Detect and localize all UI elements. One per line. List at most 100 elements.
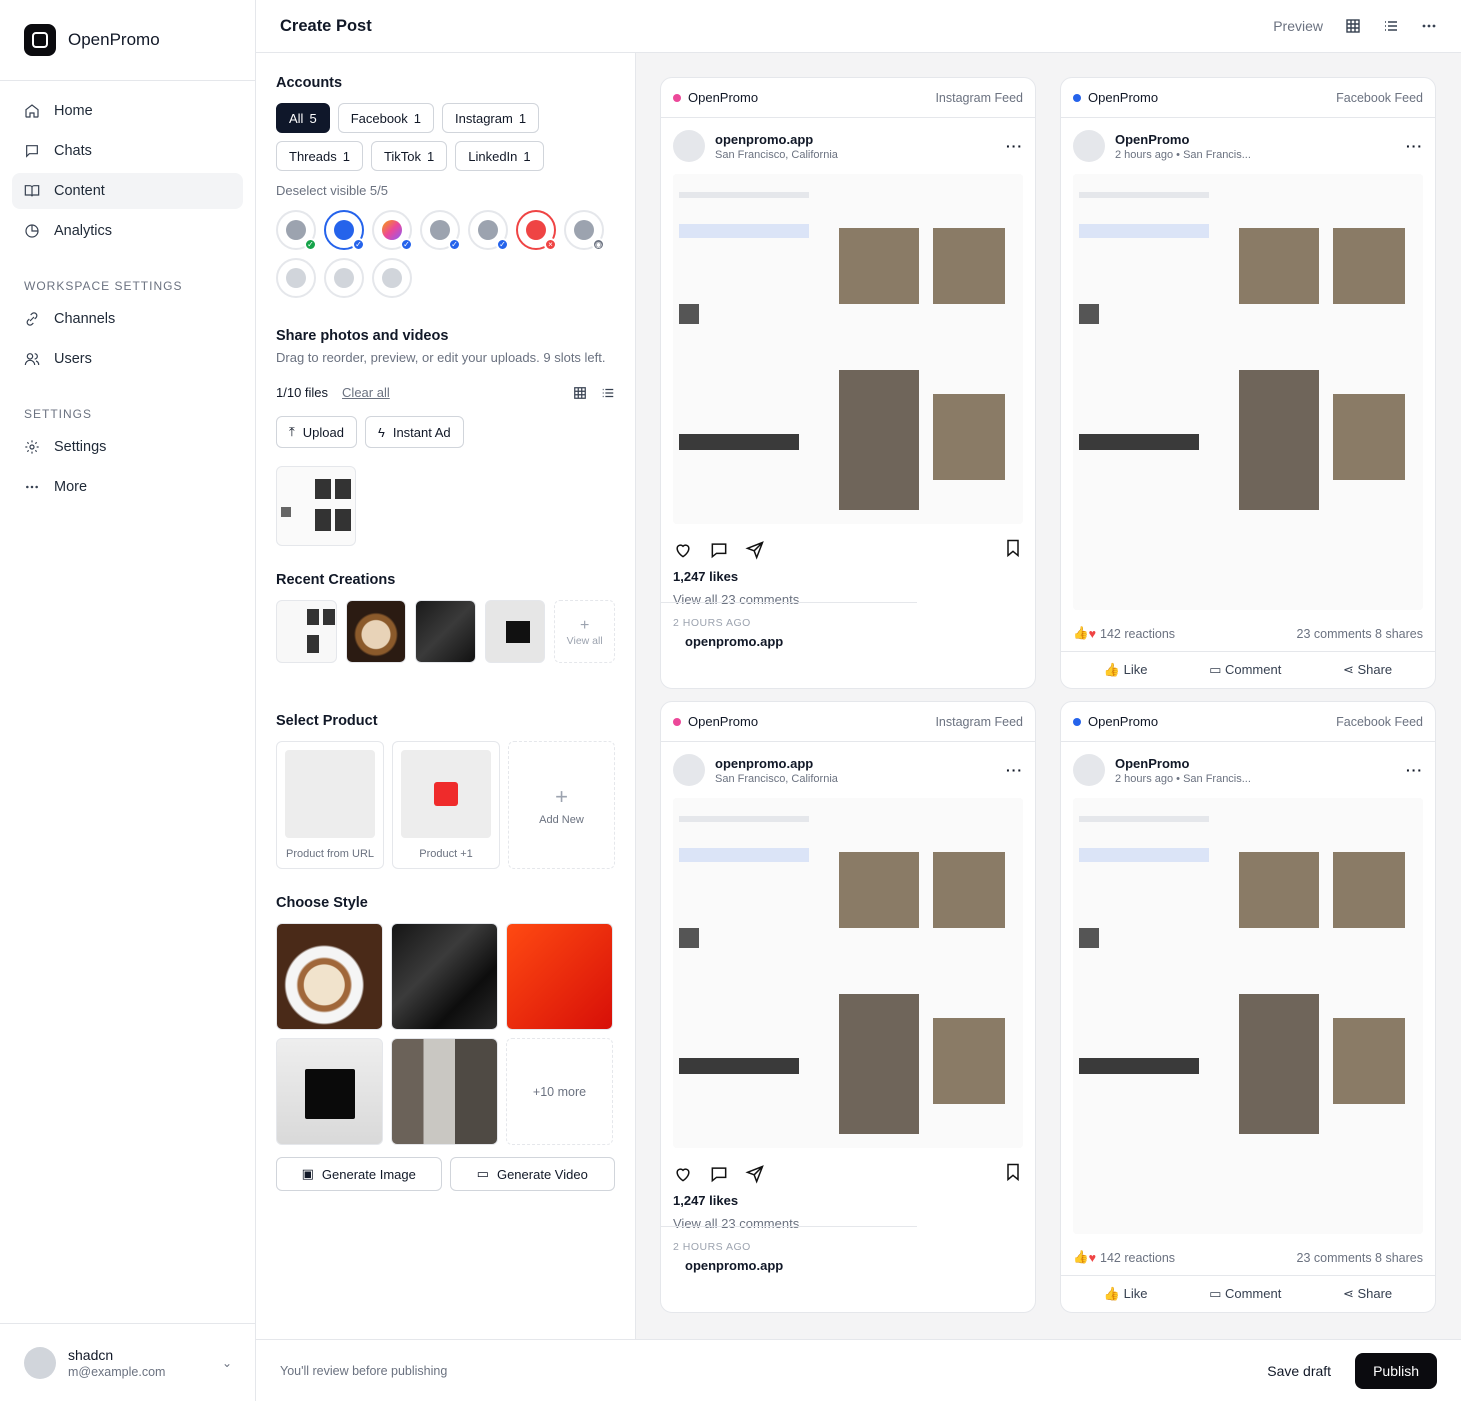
nav-item-settings[interactable]: Settings [12,429,243,465]
style-option-coffee[interactable] [276,923,383,1030]
share-button[interactable]: ⋖ Share [1343,1286,1392,1302]
deselect-visible[interactable]: Deselect visible 5/5 [276,183,615,198]
recent-item[interactable] [276,600,337,663]
caption-user[interactable]: openpromo.app [661,1226,917,1304]
account-avatar-facebook[interactable]: ✓ [324,210,365,251]
clear-all-link[interactable]: Clear all [342,385,390,400]
more-options-icon[interactable] [1421,18,1437,34]
share-button[interactable]: ⋖ Share [1343,662,1392,678]
card-header: OpenPromo Facebook Feed [1061,78,1435,118]
comments-shares: 23 comments 8 shares [1296,626,1423,641]
avatar [24,1346,56,1379]
instagram-preview-card: OpenPromo Instagram Feed openpromo.app San … [660,77,1036,689]
chip-all[interactable]: All 5 [276,103,330,133]
chip-instagram[interactable]: Instagram 1 [442,103,540,133]
recent-item[interactable] [484,600,546,663]
video-icon: ▭ [476,1166,489,1181]
comment-icon[interactable] [709,540,729,560]
chip-threads[interactable]: Threads 1 [276,141,363,171]
style-option-gradient[interactable] [506,923,613,1030]
grid-icon[interactable] [573,386,587,400]
upload-icon: ⤒ [289,424,295,439]
brand[interactable]: OpenPromo [0,0,255,81]
user-name: shadcn [68,1346,114,1363]
nav-item-home[interactable]: Home [12,93,243,129]
view-all-button[interactable]: + View all [554,600,615,663]
user-menu[interactable]: shadcn m@example.com ⌄ [0,1323,256,1401]
post-actions: 👍 Like ▭ Comment ⋖ Share [1061,1276,1435,1312]
nav-item-content[interactable]: Content [12,173,243,209]
account-avatar[interactable]: ✓ [276,210,317,251]
account-avatar[interactable]: ✓ [468,210,509,251]
style-option-box[interactable] [276,1038,383,1145]
account-avatar-disabled[interactable] [276,258,316,298]
uploaded-file-thumbnail[interactable] [276,466,356,546]
recent-item[interactable] [415,600,476,663]
style-option-city[interactable] [391,1038,498,1145]
grid-view-icon[interactable] [1345,18,1361,34]
product-from-url-card[interactable]: Product from URL [276,741,384,869]
like-button[interactable]: 👍 Like [1104,1286,1148,1302]
nav-label: Users [54,351,92,367]
comment-button[interactable]: ▭ Comment [1209,1286,1281,1302]
add-product-button[interactable]: + Add New [508,741,615,869]
chip-facebook[interactable]: Facebook 1 [337,103,435,133]
list-view-icon[interactable] [1383,18,1399,34]
bolt-icon: ϟ [377,424,385,440]
caption-user[interactable]: openpromo.app [661,602,917,680]
feed-type: Instagram Feed [935,90,1023,105]
post-media[interactable] [673,798,1023,1148]
account-avatars: ✓ ✓ ✓ ✓ ✓ × ◉ [276,210,616,298]
save-draft-button[interactable]: Save draft [1267,1363,1331,1379]
account-avatar-instagram[interactable]: ✓ [372,210,413,251]
send-icon[interactable] [745,540,765,560]
product-card[interactable]: Product +1 [392,741,500,869]
more-options-icon[interactable]: ··· [1006,762,1023,778]
account-avatar-disabled[interactable] [372,258,412,298]
like-button[interactable]: 👍 Like [1104,662,1148,678]
account-avatar[interactable]: ✓ [420,210,461,251]
upload-subtitle: Drag to reorder, preview, or edit your u… [276,350,606,365]
nav-item-more[interactable]: More [12,469,243,505]
send-icon[interactable] [745,1164,765,1184]
link-icon [26,312,38,326]
chip-tiktok[interactable]: TikTok 1 [370,141,448,171]
account-chips: All 5 Facebook 1 Instagram 1 Threads 1 TikTo… [276,103,576,171]
chip-linkedin[interactable]: LinkedIn 1 [455,141,544,171]
recent-item[interactable] [345,600,407,663]
generate-image-button[interactable]: ▣ Generate Image [276,1157,442,1191]
generate-video-button[interactable]: ▭ Generate Video [449,1157,615,1191]
check-icon: ✓ [400,238,413,251]
account-avatar-error[interactable]: × [516,210,557,251]
thumbs-up-icon: 👍 [1103,662,1120,677]
account-avatar-disabled[interactable] [324,258,364,298]
instant-ad-button[interactable]: ϟ Instant Ad [364,416,464,448]
page-header: Create Post Preview [256,0,1461,53]
comment-button[interactable]: ▭ Comment [1209,662,1281,678]
comment-icon[interactable] [709,1164,729,1184]
more-options-icon[interactable]: ··· [1406,762,1423,778]
upload-button[interactable]: ⤒ Upload [276,416,357,448]
bookmark-icon[interactable] [1003,538,1023,558]
style-option-leather[interactable] [391,923,498,1030]
style-title: Choose Style [276,895,368,911]
more-styles-button[interactable]: +10 more [506,1038,613,1145]
bookmark-icon[interactable] [1003,1162,1023,1182]
more-options-icon[interactable]: ··· [1006,138,1023,154]
post-media[interactable] [673,174,1023,524]
platform-dot [1073,717,1081,726]
account-avatar[interactable]: ◉ [564,210,605,251]
post-media[interactable] [1073,174,1423,610]
publish-button[interactable]: Publish [1355,1352,1437,1389]
list-icon[interactable] [601,386,615,400]
more-options-icon[interactable]: ··· [1406,138,1423,154]
nav-item-analytics[interactable]: Analytics [12,213,243,249]
post-media[interactable] [1073,798,1423,1234]
heart-icon[interactable] [673,1164,693,1184]
heart-icon[interactable] [673,540,693,560]
nav-item-channels[interactable]: Channels [12,301,243,337]
profile-subtitle: San Francisco, California [715,148,838,161]
nav-item-chats[interactable]: Chats [12,133,243,169]
like-label: Like [1123,662,1148,677]
nav-item-users[interactable]: Users [12,341,243,377]
